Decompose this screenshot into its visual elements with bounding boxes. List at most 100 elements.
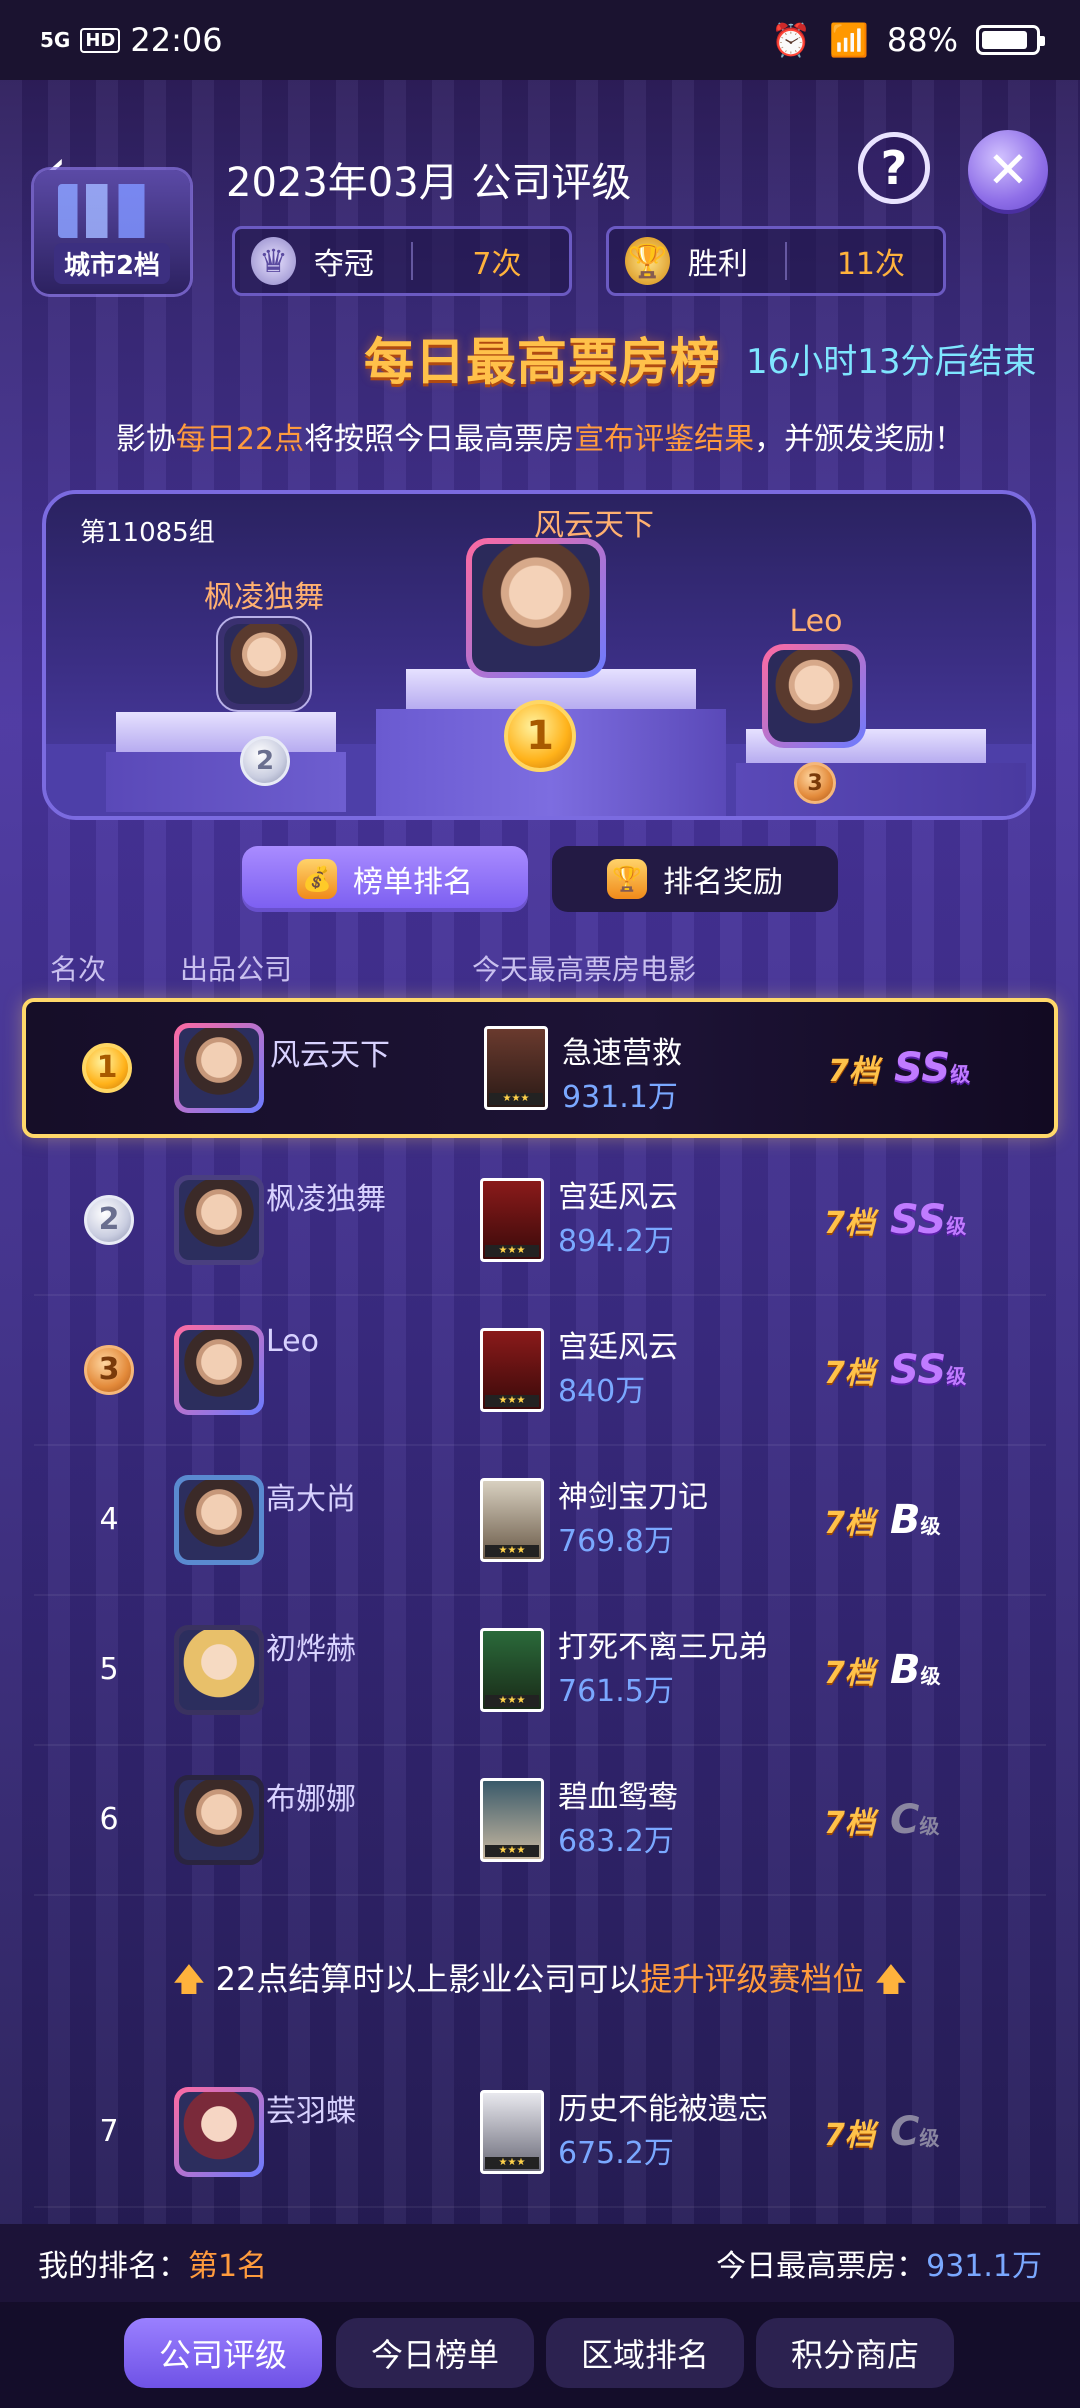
arrow-up-icon: 🡅 <box>874 1960 908 1998</box>
gold-medal-icon: 1 <box>82 1043 132 1093</box>
grade-value: C <box>890 2109 920 2155</box>
table-row[interactable]: 6 布娜娜 ★★★ 碧血鸳鸯 683.2万 7档 C级 <box>34 1746 1046 1896</box>
tier-label: 7档 <box>824 1506 875 1541</box>
box-office: 769.8万 <box>558 1524 674 1559</box>
movie-title: 历史不能被遗忘 <box>558 2092 768 2127</box>
notice-text: 影协每日22点将按照今日最高票房宣布评鉴结果，并颁发奖励！ <box>0 414 1080 458</box>
rank-number: 6 <box>99 1802 119 1837</box>
tier-label: 7档 <box>828 1054 879 1089</box>
medal-number: 2 <box>255 746 275 776</box>
city-badge[interactable]: 城市2档 <box>34 170 190 294</box>
battery-percent: 88% <box>886 21 958 59</box>
podium-step-third-front <box>736 763 1026 816</box>
avatar <box>179 1480 259 1560</box>
nav-company-rating[interactable]: 公司评级 <box>124 2318 322 2388</box>
rank-number: 4 <box>99 1502 119 1537</box>
col-movie: 今天最高票房电影 <box>472 953 697 986</box>
avatar <box>179 1780 259 1860</box>
company-name: 布娜娜 <box>266 1782 356 1817</box>
avatar <box>179 1630 259 1710</box>
movie-poster[interactable]: ★★★ <box>484 1026 548 1110</box>
avatar <box>472 544 600 672</box>
grade-badge: C级 <box>890 1797 939 1843</box>
table-row[interactable]: 5 初烨赫 ★★★ 打死不离三兄弟 761.5万 7档 B级 <box>34 1596 1046 1746</box>
company-name: 高大尚 <box>266 1482 356 1517</box>
table-row[interactable]: 4 高大尚 ★★★ 神剑宝刀记 769.8万 7档 B级 <box>34 1446 1046 1596</box>
hd-indicator: HD <box>80 27 121 53</box>
bronze-medal-icon: 3 <box>84 1345 134 1395</box>
question-icon[interactable]: ? <box>858 132 930 204</box>
nav-today-list[interactable]: 今日榜单 <box>336 2318 534 2388</box>
grade-suffix: 级 <box>946 1214 967 1238</box>
avatar <box>179 1330 259 1410</box>
divider <box>411 242 413 280</box>
grade-badge: SS级 <box>890 1347 966 1393</box>
podium-second-name: 枫凌独舞 <box>204 580 324 615</box>
movie-poster[interactable]: ★★★ <box>480 1478 544 1562</box>
close-icon[interactable]: ✕ <box>968 130 1048 210</box>
champion-label: 夺冠 <box>313 247 374 282</box>
table-row[interactable]: 7 芸羽蝶 ★★★ 历史不能被遗忘 675.2万 7档 C级 <box>34 2058 1046 2208</box>
tab-ranking[interactable]: 💰 榜单排名 <box>242 846 528 912</box>
alarm-icon: ⏰ <box>771 21 812 59</box>
grade-suffix: 级 <box>919 2126 940 2150</box>
movie-title: 神剑宝刀记 <box>558 1480 708 1515</box>
podium-step-second-front <box>106 752 346 812</box>
avatar <box>768 650 860 742</box>
bottom-nav: 公司评级 今日榜单 区域排名 积分商店 <box>0 2302 1080 2408</box>
my-rank-label: 我的排名： <box>38 2249 188 2284</box>
tier-label: 7档 <box>824 1206 875 1241</box>
company-avatar[interactable] <box>174 1475 264 1565</box>
podium-second-avatar[interactable] <box>216 616 312 712</box>
company-avatar[interactable] <box>174 1625 264 1715</box>
medal-number: 1 <box>526 713 554 759</box>
page-title: 2023年03月 公司评级 <box>226 160 632 206</box>
movie-poster[interactable]: ★★★ <box>480 1778 544 1862</box>
grade-suffix: 级 <box>920 1664 941 1688</box>
tab-rewards[interactable]: 🏆 排名奖励 <box>552 846 838 912</box>
podium-first-avatar[interactable] <box>466 538 606 678</box>
silver-medal-icon: 2 <box>84 1195 134 1245</box>
city-buildings-icon <box>58 184 166 238</box>
my-rank-value: 第1名 <box>188 2249 268 2284</box>
movie-title: 宫廷风云 <box>558 1180 678 1215</box>
money-bag-icon: 💰 <box>297 859 337 899</box>
table-row[interactable]: 2 枫凌独舞 ★★★ 宫廷风云 894.2万 7档 SS级 <box>34 1146 1046 1296</box>
nav-region-rank[interactable]: 区域排名 <box>546 2318 744 2388</box>
star-rating: ★★★ <box>485 1245 539 1257</box>
rank-number: 3 <box>98 1352 120 1387</box>
company-avatar[interactable] <box>174 2087 264 2177</box>
company-avatar[interactable] <box>174 1175 264 1265</box>
table-row[interactable]: 3 Leo ★★★ 宫廷风云 840万 7档 SS级 <box>34 1296 1046 1446</box>
movie-poster[interactable]: ★★★ <box>480 1628 544 1712</box>
company-avatar[interactable] <box>174 1325 264 1415</box>
box-office: 840万 <box>558 1374 646 1409</box>
company-avatar[interactable] <box>174 1775 264 1865</box>
movie-poster[interactable]: ★★★ <box>480 2090 544 2174</box>
notice-part: ，并颁发奖励！ <box>754 422 965 457</box>
wifi-icon: 📶 <box>829 21 869 59</box>
notice-part: 将按照今日最高票房 <box>304 422 575 457</box>
movie-poster[interactable]: ★★★ <box>480 1178 544 1262</box>
grade-badge: SS级 <box>894 1045 970 1091</box>
grade-badge: B级 <box>890 1497 941 1543</box>
promo-highlight: 提升评级赛档位 <box>640 1960 865 1998</box>
tier-label: 7档 <box>824 1356 875 1391</box>
company-avatar[interactable] <box>174 1023 264 1113</box>
notice-part: 影协 <box>115 422 176 457</box>
star-rating: ★★★ <box>485 2157 539 2169</box>
podium-third-avatar[interactable] <box>762 644 866 748</box>
grade-suffix: 级 <box>950 1062 971 1086</box>
grade-badge: SS级 <box>890 1197 966 1243</box>
grade-badge: B级 <box>890 1647 941 1693</box>
group-label: 第11085组 <box>80 518 215 548</box>
company-name: 风云天下 <box>270 1038 390 1073</box>
notice-highlight: 宣布评鉴结果 <box>574 422 755 457</box>
nav-points-shop[interactable]: 积分商店 <box>756 2318 954 2388</box>
col-company: 出品公司 <box>180 953 293 986</box>
grade-value: C <box>890 1797 920 1843</box>
box-office: 894.2万 <box>558 1224 674 1259</box>
movie-poster[interactable]: ★★★ <box>480 1328 544 1412</box>
my-rank-bar: 我的排名： 第1名 今日最高票房： 931.1万 <box>0 2224 1080 2302</box>
table-row[interactable]: 1 风云天下 ★★★ 急速营救 931.1万 7档 SS级 <box>22 998 1058 1138</box>
